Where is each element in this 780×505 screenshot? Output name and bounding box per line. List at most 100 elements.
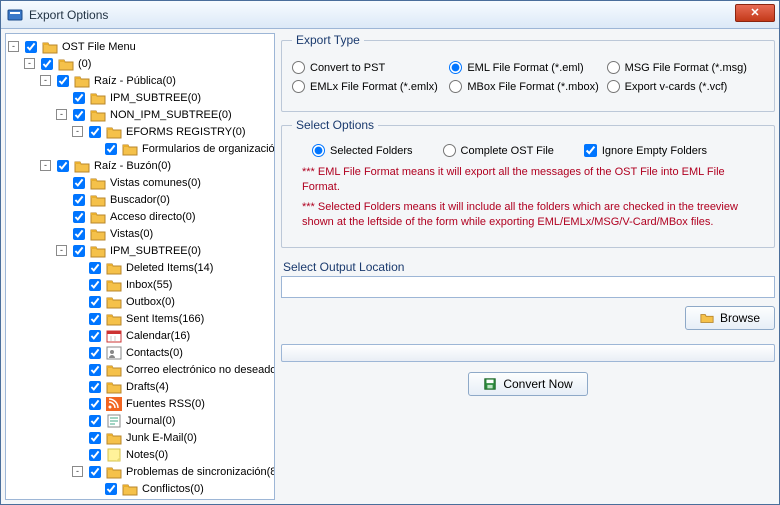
tree-node-label: Calendar(16) [124, 330, 190, 342]
tree-checkbox[interactable] [89, 398, 101, 410]
folder-icon [106, 380, 122, 394]
tree-checkbox[interactable] [73, 211, 85, 223]
tree-node[interactable]: Drafts(4) [8, 378, 272, 395]
radio-eml[interactable]: EML File Format (*.eml) [449, 61, 606, 74]
tree-node[interactable]: Contacts(0) [8, 344, 272, 361]
tree-node[interactable]: -Raíz - Pública(0) [8, 72, 272, 89]
folder-icon [106, 125, 122, 139]
folder-tree-pane[interactable]: -OST File Menu-(0)-Raíz - Pública(0)IPM_… [5, 33, 275, 500]
expand-toggle[interactable]: - [72, 126, 83, 137]
output-label: Select Output Location [283, 260, 773, 274]
tree-checkbox[interactable] [73, 194, 85, 206]
radio-emlx-input[interactable] [292, 80, 305, 93]
tree-checkbox[interactable] [89, 279, 101, 291]
select-options-group: Select Options Selected Folders Complete… [281, 118, 775, 248]
folder-icon [106, 431, 122, 445]
tree-checkbox[interactable] [89, 126, 101, 138]
radio-complete-ost[interactable]: Complete OST File [443, 144, 554, 157]
tree-node-label: Notes(0) [124, 449, 168, 461]
tree-checkbox[interactable] [57, 75, 69, 87]
expand-toggle[interactable]: - [40, 75, 51, 86]
checkbox-ignore-empty-input[interactable] [584, 144, 597, 157]
tree-checkbox[interactable] [89, 432, 101, 444]
radio-complete-ost-input[interactable] [443, 144, 456, 157]
radio-vcard-input[interactable] [607, 80, 620, 93]
tree-checkbox[interactable] [73, 228, 85, 240]
expand-toggle[interactable]: - [56, 109, 67, 120]
tree-checkbox[interactable] [105, 143, 117, 155]
tree-checkbox[interactable] [73, 245, 85, 257]
tree-node[interactable]: Correo electrónico no deseado [8, 361, 272, 378]
tree-node[interactable]: Inbox(55) [8, 276, 272, 293]
tree-node[interactable]: Outbox(0) [8, 293, 272, 310]
rss-icon [106, 397, 122, 411]
tree-checkbox[interactable] [41, 58, 53, 70]
tree-node[interactable]: -OST File Menu [8, 38, 272, 55]
tree-node[interactable]: Junk E-Mail(0) [8, 429, 272, 446]
tree-node[interactable]: -EFORMS REGISTRY(0) [8, 123, 272, 140]
tree-node[interactable]: - Raíz - Buzón(0) [8, 157, 272, 174]
tree-checkbox[interactable] [105, 483, 117, 495]
tree-node[interactable]: -NON_IPM_SUBTREE(0) [8, 106, 272, 123]
radio-emlx[interactable]: EMLx File Format (*.emlx) [292, 80, 449, 93]
tree-node[interactable]: -Problemas de sincronización(8 [8, 463, 272, 480]
expand-toggle[interactable]: - [24, 58, 35, 69]
tree-node[interactable]: Acceso directo(0) [8, 208, 272, 225]
radio-vcard[interactable]: Export v-cards (*.vcf) [607, 80, 764, 93]
tree-checkbox[interactable] [89, 296, 101, 308]
tree-checkbox[interactable] [89, 313, 101, 325]
tree-node[interactable]: IPM_SUBTREE(0) [8, 89, 272, 106]
radio-eml-input[interactable] [449, 61, 462, 74]
radio-selected-folders-input[interactable] [312, 144, 325, 157]
expand-toggle[interactable]: - [8, 41, 19, 52]
tree-checkbox[interactable] [25, 41, 37, 53]
tree-checkbox[interactable] [89, 330, 101, 342]
tree-node[interactable]: Vistas comunes(0) [8, 174, 272, 191]
expand-toggle[interactable]: - [56, 245, 67, 256]
tree-node[interactable]: -IPM_SUBTREE(0) [8, 242, 272, 259]
tree-node[interactable]: Conflictos(0) [8, 480, 272, 497]
tree-checkbox[interactable] [57, 160, 69, 172]
tree-node[interactable]: Calendar(16) [8, 327, 272, 344]
tree-node[interactable]: Journal(0) [8, 412, 272, 429]
tree-checkbox[interactable] [73, 109, 85, 121]
tree-checkbox[interactable] [89, 381, 101, 393]
radio-mbox-input[interactable] [449, 80, 462, 93]
tree-checkbox[interactable] [89, 415, 101, 427]
tree-node[interactable]: Notes(0) [8, 446, 272, 463]
browse-button[interactable]: Browse [685, 306, 775, 330]
tree-node[interactable]: Vistas(0) [8, 225, 272, 242]
radio-convert-pst-input[interactable] [292, 61, 305, 74]
expand-toggle [88, 143, 99, 154]
tree-node[interactable]: Formularios de organización [8, 140, 272, 157]
expand-toggle [72, 398, 83, 409]
expand-toggle[interactable]: - [40, 160, 51, 171]
expand-toggle [56, 211, 67, 222]
tree-node[interactable]: -(0) [8, 55, 272, 72]
close-button[interactable]: ✕ [735, 4, 775, 22]
tree-node[interactable]: Buscador(0) [8, 191, 272, 208]
tree-checkbox[interactable] [89, 449, 101, 461]
tree-node[interactable]: Fuentes RSS(0) [8, 395, 272, 412]
tree-node[interactable]: Deleted Items(14) [8, 259, 272, 276]
tree-checkbox[interactable] [73, 92, 85, 104]
tree-checkbox[interactable] [89, 364, 101, 376]
tree-checkbox[interactable] [89, 262, 101, 274]
folder-icon [90, 91, 106, 105]
tree-checkbox[interactable] [73, 177, 85, 189]
radio-msg[interactable]: MSG File Format (*.msg) [607, 61, 764, 74]
radio-msg-input[interactable] [607, 61, 620, 74]
radio-convert-pst[interactable]: Convert to PST [292, 61, 449, 74]
options-pane: Export Type Convert to PST EML File Form… [281, 33, 775, 500]
tree-checkbox[interactable] [89, 466, 101, 478]
radio-mbox[interactable]: MBox File Format (*.mbox) [449, 80, 606, 93]
expand-toggle[interactable]: - [72, 466, 83, 477]
tree-node[interactable]: Sent Items(166) [8, 310, 272, 327]
expand-toggle [72, 347, 83, 358]
convert-now-button[interactable]: Convert Now [468, 372, 587, 396]
radio-selected-folders[interactable]: Selected Folders [312, 144, 413, 157]
tree-checkbox[interactable] [89, 347, 101, 359]
output-path-input[interactable] [281, 276, 775, 298]
checkbox-ignore-empty[interactable]: Ignore Empty Folders [584, 144, 707, 157]
tree-node-label: Raíz - Buzón(0) [92, 160, 171, 172]
